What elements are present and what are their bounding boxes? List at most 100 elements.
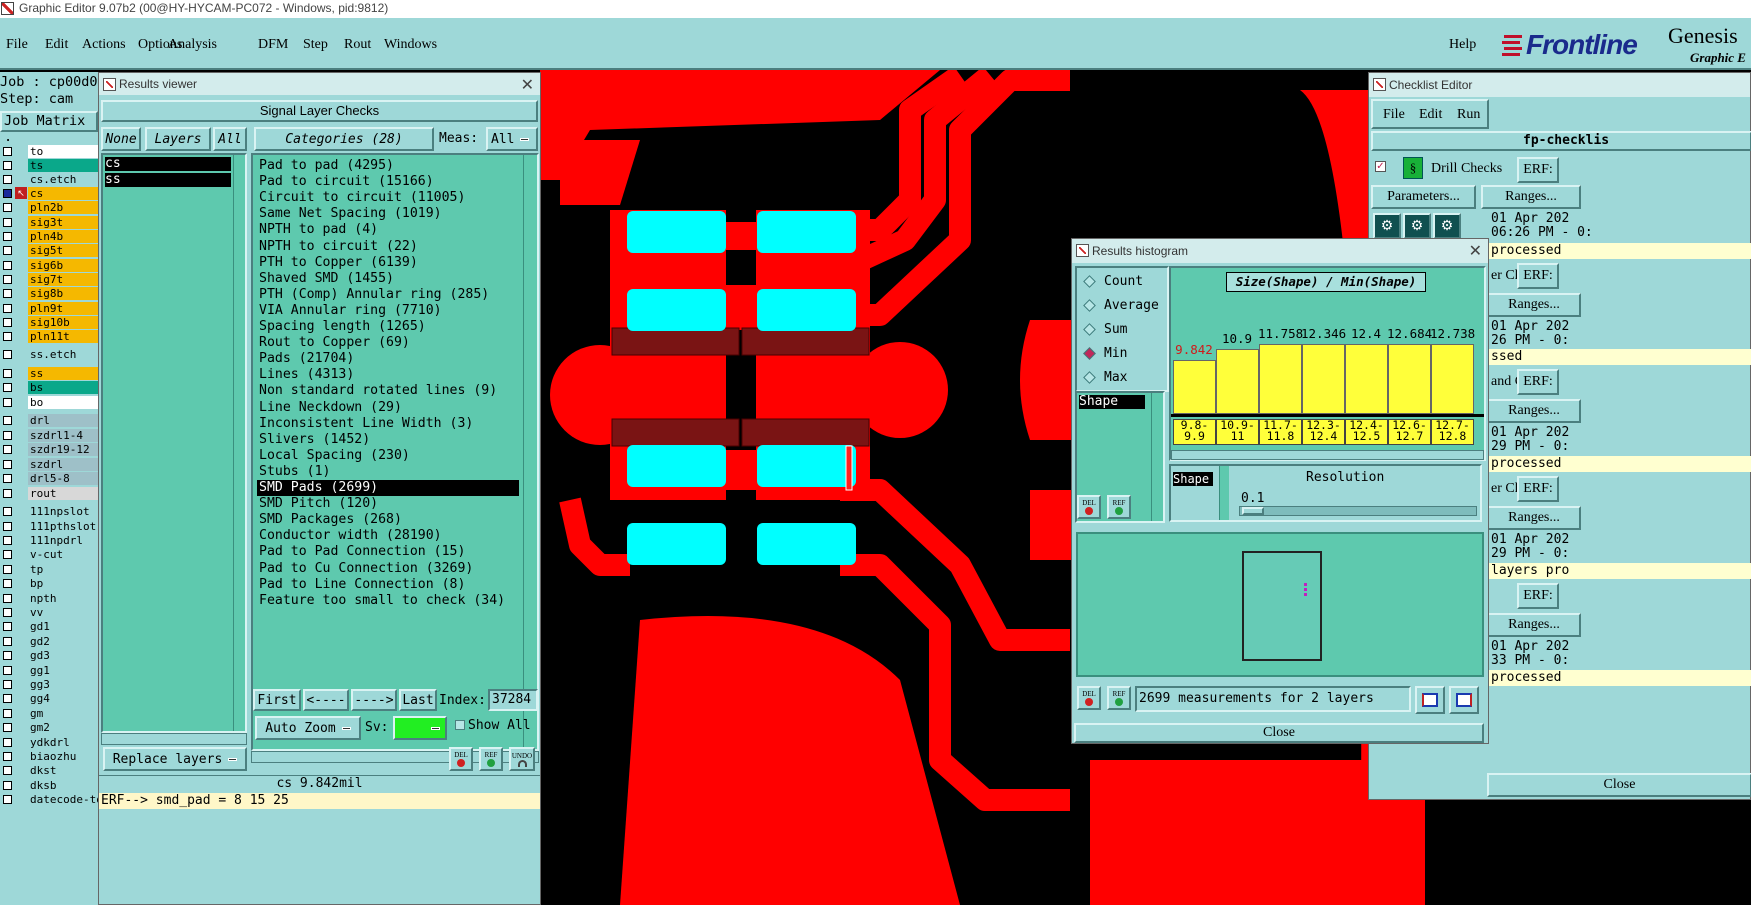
category-item[interactable]: SMD Pads (2699) [257,480,519,496]
erf-button[interactable]: ERF: [1517,263,1559,289]
layer-list-scrollbar[interactable] [233,155,245,731]
layer-row-tp[interactable]: tp [0,563,98,576]
category-item[interactable]: NPTH to circuit (22) [257,239,418,255]
shape-button[interactable]: Shape [1173,472,1213,486]
hist-del-icon-button-2[interactable]: DEL [1077,686,1101,710]
layer-checkbox[interactable] [3,189,12,198]
category-item[interactable]: Pads (21704) [257,351,354,367]
resolution-slider[interactable] [1239,506,1477,516]
layer-checkbox[interactable] [3,398,12,407]
histogram-bar[interactable] [1431,344,1474,414]
category-item[interactable]: Pad to Pad Connection (15) [257,544,465,560]
layer-checkbox[interactable] [3,781,12,790]
histogram-bar[interactable] [1345,344,1388,414]
layer-checkbox[interactable] [3,489,12,498]
layer-checkbox[interactable] [3,275,12,284]
layer-checkbox[interactable] [3,304,12,313]
chart-import-icon-button[interactable] [1449,686,1479,714]
menu-actions[interactable]: Actions [82,37,126,53]
layer-checkbox[interactable] [3,261,12,270]
shape-button-scrollbar[interactable] [1219,466,1229,520]
checklist-close-button[interactable]: Close [1487,773,1751,797]
layer-row-ydkdrl[interactable]: ydkdrl [0,736,98,749]
layer-row-bo[interactable]: bo [0,396,98,409]
checklist-menu-file[interactable]: File [1383,107,1405,123]
layer-row-npth[interactable]: npth [0,592,98,605]
layer-item-ss[interactable]: ss [105,173,231,187]
category-item[interactable]: Feature too small to check (34) [257,593,505,609]
hist-ref-icon-button[interactable]: REF [1107,495,1131,519]
layer-row-gd3[interactable]: gd3 [0,649,98,662]
layer-checkbox[interactable] [3,752,12,761]
menu-rout[interactable]: Rout [344,37,371,53]
close-icon[interactable]: ✕ [521,75,534,95]
menu-step[interactable]: Step [303,37,328,53]
layer-row-szdrl[interactable]: szdrl [0,458,98,471]
layer-row-pln4b[interactable]: pln4b [0,230,98,243]
meas-select[interactable]: All [486,127,538,151]
layer-checkbox[interactable] [3,147,12,156]
layer-checkbox[interactable] [3,795,12,804]
layer-checkbox[interactable] [3,383,12,392]
category-item[interactable]: PTH to Copper (6139) [257,255,418,271]
category-item[interactable]: Lines (4313) [257,367,354,383]
layer-checkbox[interactable] [3,445,12,454]
menu-file[interactable]: File [6,37,28,53]
shape-list-scrollbar[interactable] [1151,393,1163,521]
layer-row-gg3[interactable]: gg3 [0,678,98,691]
layer-checkbox[interactable] [3,175,12,184]
category-item[interactable]: Pad to circuit (15166) [257,174,434,190]
shape-list-item[interactable]: Shape [1079,395,1145,409]
layer-row-sig8b[interactable]: sig8b [0,287,98,300]
histogram-range-cell[interactable]: 11.7- 11.8 [1259,419,1302,445]
category-item[interactable]: Same Net Spacing (1019) [257,206,442,222]
none-button[interactable]: None [101,127,141,151]
category-item[interactable]: Stubs (1) [257,464,330,480]
mode-radio-min[interactable]: Min [1083,346,1127,361]
histogram-bar[interactable] [1259,344,1302,414]
layer-row-szdr19-12[interactable]: szdr19-12 [0,443,98,456]
layer-checkbox[interactable] [3,608,12,617]
layer-row-dkst[interactable]: dkst [0,764,98,777]
layer-row-gm[interactable]: gm [0,707,98,720]
layer-row-gm2[interactable]: gm2 [0,721,98,734]
histogram-range-cell[interactable]: 9.8- 9.9 [1173,419,1216,445]
layer-row-sig5t[interactable]: sig5t [0,244,98,257]
layers-button[interactable]: Layers [145,127,211,151]
histogram-bar[interactable] [1216,349,1259,414]
layer-checkbox[interactable] [3,594,12,603]
layer-row-sig10b[interactable]: sig10b [0,316,98,329]
category-item[interactable]: Circuit to circuit (11005) [257,190,465,206]
layer-checkbox[interactable] [3,289,12,298]
layer-checkbox[interactable] [3,522,12,531]
hist-del-icon-button[interactable]: DEL [1077,495,1101,519]
layer-checkbox[interactable] [3,550,12,559]
replace-layers-select[interactable]: Replace layers [103,747,247,771]
ranges-button[interactable]: Ranges... [1487,613,1581,637]
histogram-range-cell[interactable]: 10.9- 11 [1216,419,1259,445]
layer-row-drl5-8[interactable]: drl5-8 [0,472,98,485]
category-item[interactable]: Conductor width (28190) [257,528,442,544]
first-button[interactable]: First [253,689,301,711]
close-icon[interactable]: ✕ [1469,241,1482,261]
layer-checkbox[interactable] [3,637,12,646]
category-item[interactable]: Pad to Line Connection (8) [257,577,465,593]
layer-row-gg1[interactable]: gg1 [0,664,98,677]
layer-checkbox[interactable] [3,694,12,703]
layer-row-sig3t[interactable]: sig3t [0,216,98,229]
layer-checkbox[interactable] [3,416,12,425]
category-list-scrollbar[interactable] [523,155,537,749]
layer-row-dksb[interactable]: dksb [0,779,98,792]
layer-row-pln9t[interactable]: pln9t [0,302,98,315]
ranges-button[interactable]: Ranges... [1487,399,1581,423]
sv-color-select[interactable] [393,716,447,740]
layer-row-bp[interactable]: bp [0,577,98,590]
prev-button[interactable]: <---- [303,689,349,711]
ranges-button[interactable]: Ranges... [1487,293,1581,317]
layer-checkbox[interactable] [3,161,12,170]
menu-windows[interactable]: Windows [384,37,437,53]
checklist-menu-edit[interactable]: Edit [1419,107,1442,123]
all-layers-button[interactable]: All [213,127,247,151]
histogram-hscroll[interactable] [1171,450,1484,460]
last-button[interactable]: Last [399,689,437,711]
